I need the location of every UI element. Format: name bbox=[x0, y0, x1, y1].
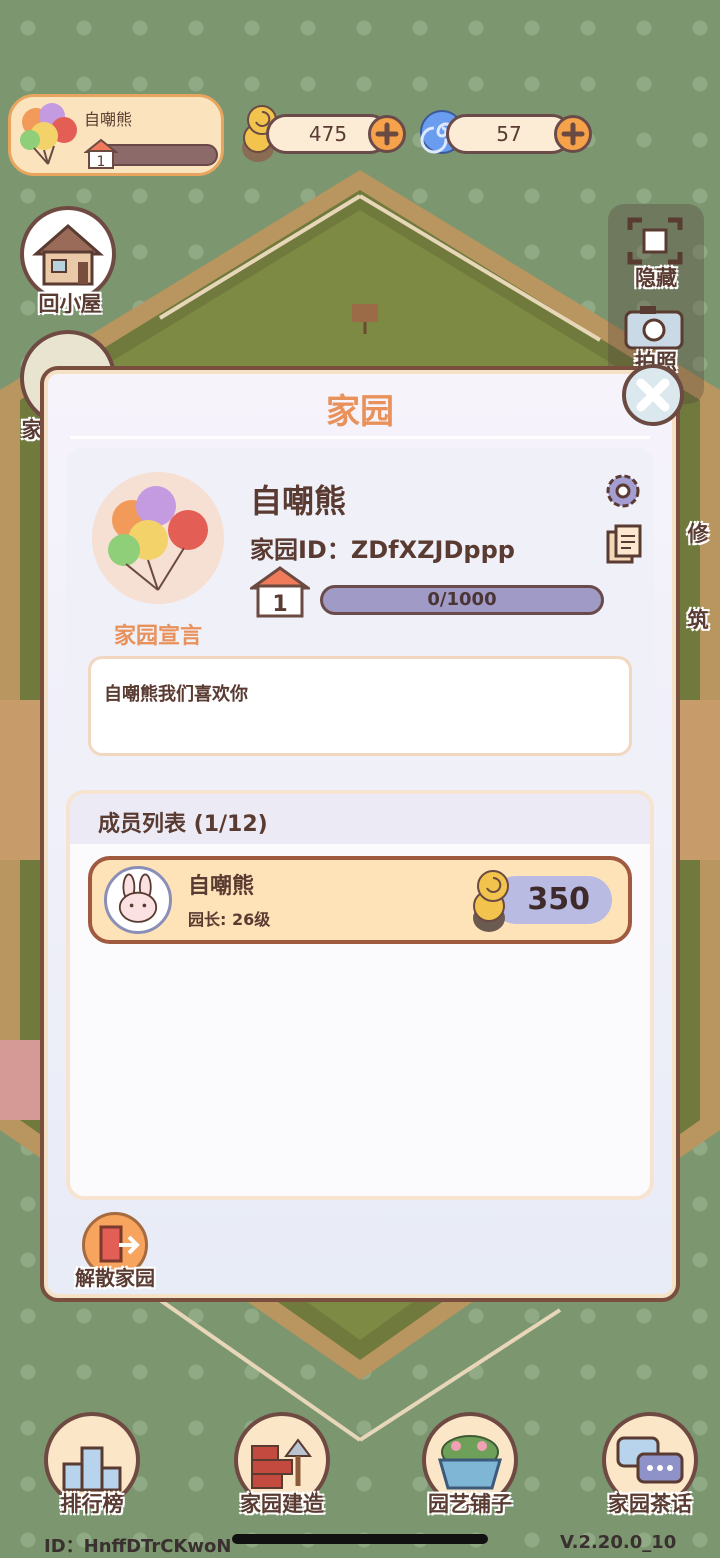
build-partial-label: 筑 bbox=[687, 608, 709, 632]
plus-icon bbox=[375, 122, 399, 146]
player-level-text: 1 bbox=[97, 154, 106, 170]
garden-owner-name: 自嘲熊 bbox=[250, 482, 347, 520]
snail-coin-icon bbox=[473, 870, 509, 932]
plus-icon bbox=[561, 122, 585, 146]
member-role: 园长: 26级 bbox=[188, 910, 271, 929]
camera-icon[interactable] bbox=[622, 304, 686, 350]
hide-ui-icon[interactable] bbox=[626, 216, 684, 266]
close-button[interactable] bbox=[622, 364, 684, 426]
repair-partial-label: 修 bbox=[687, 522, 709, 546]
manifesto-text: 自嘲熊我们喜欢你 bbox=[104, 684, 248, 705]
garden-level-house-icon: 1 bbox=[250, 566, 310, 618]
garden-shop-label[interactable]: 园艺铺子 bbox=[400, 1488, 540, 1518]
garden-chat-label[interactable]: 家园茶话 bbox=[580, 1488, 720, 1518]
garden-progress-bar: 0/1000 bbox=[320, 585, 604, 615]
add-gems-button[interactable] bbox=[554, 115, 592, 153]
member-name: 自嘲熊 bbox=[188, 874, 255, 899]
manifesto-label: 家园宣言 bbox=[113, 624, 202, 649]
close-icon bbox=[636, 378, 670, 412]
garden-id-value: ZDfXZJDppp bbox=[350, 536, 515, 564]
garden-level-text: 1 bbox=[272, 592, 287, 617]
garden-avatar-balloons[interactable] bbox=[92, 472, 224, 604]
balloon-avatar-icon bbox=[20, 103, 77, 165]
back-home-label: 回小屋 bbox=[38, 292, 102, 316]
ranking-label[interactable]: 排行榜 bbox=[22, 1488, 162, 1518]
dissolve-garden-label[interactable]: 解散家园 bbox=[60, 1262, 170, 1291]
add-coins-button[interactable] bbox=[368, 115, 406, 153]
house-level-icon: 1 bbox=[84, 138, 118, 170]
bunny-avatar-icon bbox=[104, 866, 172, 934]
members-title: 成员列表 (1/12) bbox=[98, 812, 268, 837]
modal-title: 家园 bbox=[326, 392, 394, 432]
home-indicator[interactable] bbox=[232, 1534, 488, 1544]
house-icon bbox=[32, 224, 104, 286]
gear-icon[interactable] bbox=[602, 470, 644, 512]
player-name: 自嘲熊 bbox=[84, 110, 133, 129]
garden-id: 家园ID：ZDfXZJDppp bbox=[250, 530, 515, 565]
user-id-text: ID：HnffDTrCKwoN bbox=[44, 1536, 232, 1557]
members-card bbox=[66, 790, 654, 1200]
title-divider bbox=[70, 436, 650, 439]
hide-ui-label[interactable]: 隐藏 bbox=[618, 262, 694, 292]
garden-id-label: 家园ID： bbox=[250, 536, 351, 564]
copy-icon[interactable] bbox=[606, 524, 644, 566]
garden-build-label[interactable]: 家园建造 bbox=[212, 1488, 352, 1518]
version-text: V.2.20.0_10 bbox=[560, 1532, 677, 1553]
garden-progress-text: 0/1000 bbox=[427, 589, 497, 610]
manifesto-box[interactable] bbox=[88, 656, 632, 756]
